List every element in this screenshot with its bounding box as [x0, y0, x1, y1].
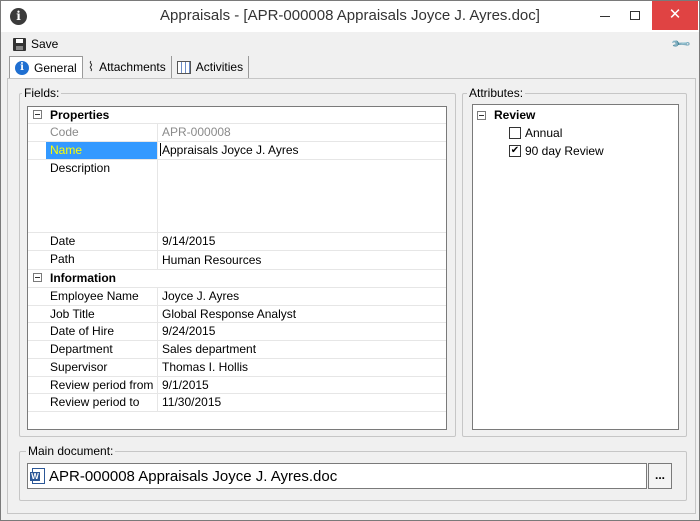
main-document-field[interactable]: APR-000008 Appraisals Joyce J. Ayres.doc	[27, 463, 647, 489]
maximize-button[interactable]	[621, 1, 649, 30]
field-key: Job Title	[46, 306, 158, 322]
field-value: Global Response Analyst	[162, 307, 297, 321]
tree-item-label: Annual	[525, 126, 563, 140]
main-document-label: Main document:	[26, 444, 116, 458]
tree-node-label: Review	[494, 108, 536, 122]
field-value: Human Resources	[162, 253, 262, 267]
field-key: Code	[46, 124, 158, 141]
category-information[interactable]: Information	[28, 270, 446, 288]
field-value: 9/14/2015	[162, 234, 216, 248]
field-key: Name	[46, 142, 158, 159]
field-value: APR-000008	[162, 125, 231, 139]
word-document-icon	[30, 468, 45, 484]
field-row-job-title[interactable]: Job Title Global Response Analyst	[28, 306, 446, 323]
paperclip-icon: ⌇	[87, 59, 95, 74]
field-value: 9/24/2015	[162, 324, 216, 338]
category-properties[interactable]: Properties	[28, 107, 446, 124]
field-row-employee-name[interactable]: Employee Name Joyce J. Ayres	[28, 288, 446, 306]
field-key: Date	[46, 233, 158, 250]
field-value	[158, 160, 446, 232]
browse-button[interactable]: ...	[648, 463, 672, 489]
tree-item-90-day-review[interactable]: ✔ 90 day Review	[509, 144, 604, 158]
field-row-supervisor[interactable]: Supervisor Thomas I. Hollis	[28, 359, 446, 377]
name-input[interactable]: Appraisals Joyce J. Ayres	[158, 142, 446, 159]
tab-activities[interactable]: Activities	[172, 56, 250, 78]
tree-node-review[interactable]: Review	[477, 108, 535, 122]
info-icon: i	[15, 61, 29, 75]
field-value: Appraisals Joyce J. Ayres	[162, 143, 299, 157]
field-key: Review period from	[46, 377, 158, 393]
field-key: Supervisor	[46, 359, 158, 376]
field-row-date-of-hire[interactable]: Date of Hire 9/24/2015	[28, 323, 446, 341]
tree-item-label: 90 day Review	[525, 144, 604, 158]
tab-label: General	[34, 61, 77, 75]
attributes-tree[interactable]: Review Annual ✔ 90 day Review	[472, 104, 679, 430]
field-row-department[interactable]: Department Sales department	[28, 341, 446, 359]
field-key: Description	[46, 160, 158, 232]
fields-group-label: Fields:	[22, 86, 62, 100]
close-button[interactable]: ✕	[652, 1, 698, 30]
floppy-disk-icon	[13, 37, 26, 51]
close-icon: ✕	[668, 6, 682, 23]
90-day-review-checkbox[interactable]: ✔	[509, 145, 521, 157]
tab-label: Activities	[195, 60, 244, 74]
title-bar: i Appraisals - [APR-000008 Appraisals Jo…	[1, 1, 699, 32]
minimize-button[interactable]	[591, 1, 619, 30]
category-label: Properties	[50, 108, 110, 122]
annual-checkbox[interactable]	[509, 127, 521, 139]
field-value: Sales department	[162, 342, 257, 356]
field-value: Joyce J. Ayres	[162, 289, 240, 303]
field-value: Thomas I. Hollis	[162, 360, 249, 374]
tab-attachments[interactable]: ⌇ Attachments	[83, 56, 172, 78]
field-key: Department	[46, 341, 158, 358]
toolbar: Save	[1, 32, 699, 54]
save-label: Save	[31, 37, 59, 51]
tree-item-annual[interactable]: Annual	[509, 126, 562, 140]
attributes-group-label: Attributes:	[467, 86, 526, 100]
field-row-review-period-from[interactable]: Review period from 9/1/2015	[28, 377, 446, 394]
tab-label: Attachments	[99, 60, 166, 74]
maximize-icon	[630, 11, 640, 20]
field-key: Employee Name	[46, 288, 158, 305]
collapse-icon[interactable]	[477, 110, 486, 120]
field-row-review-period-to[interactable]: Review period to 11/30/2015	[28, 394, 446, 412]
field-key: Date of Hire	[46, 323, 158, 340]
collapse-icon[interactable]	[33, 110, 42, 119]
field-row-path[interactable]: Path Human Resources	[28, 251, 446, 270]
field-row-description[interactable]: Description	[28, 160, 446, 233]
save-button[interactable]: Save	[13, 35, 58, 53]
field-row-code[interactable]: Code APR-000008	[28, 124, 446, 142]
appraisal-window: i Appraisals - [APR-000008 Appraisals Jo…	[0, 0, 700, 521]
field-key: Path	[46, 251, 158, 269]
text-caret	[160, 143, 161, 156]
tab-general[interactable]: i General	[9, 56, 83, 79]
calendar-icon	[176, 60, 191, 74]
collapse-icon[interactable]	[33, 273, 42, 282]
tab-strip: i General ⌇ Attachments Activities	[9, 56, 250, 79]
field-value: 11/30/2015	[162, 395, 222, 409]
property-grid[interactable]: Properties Code APR-000008 Name Appraisa…	[27, 106, 447, 430]
field-value: 9/1/2015	[162, 378, 209, 392]
document-file-name: APR-000008 Appraisals Joyce J. Ayres.doc	[49, 467, 338, 485]
category-label: Information	[50, 271, 116, 285]
minimize-icon	[600, 16, 610, 17]
field-key: Review period to	[46, 394, 158, 411]
field-row-date[interactable]: Date 9/14/2015	[28, 233, 446, 251]
field-row-name[interactable]: Name Appraisals Joyce J. Ayres	[28, 142, 446, 160]
